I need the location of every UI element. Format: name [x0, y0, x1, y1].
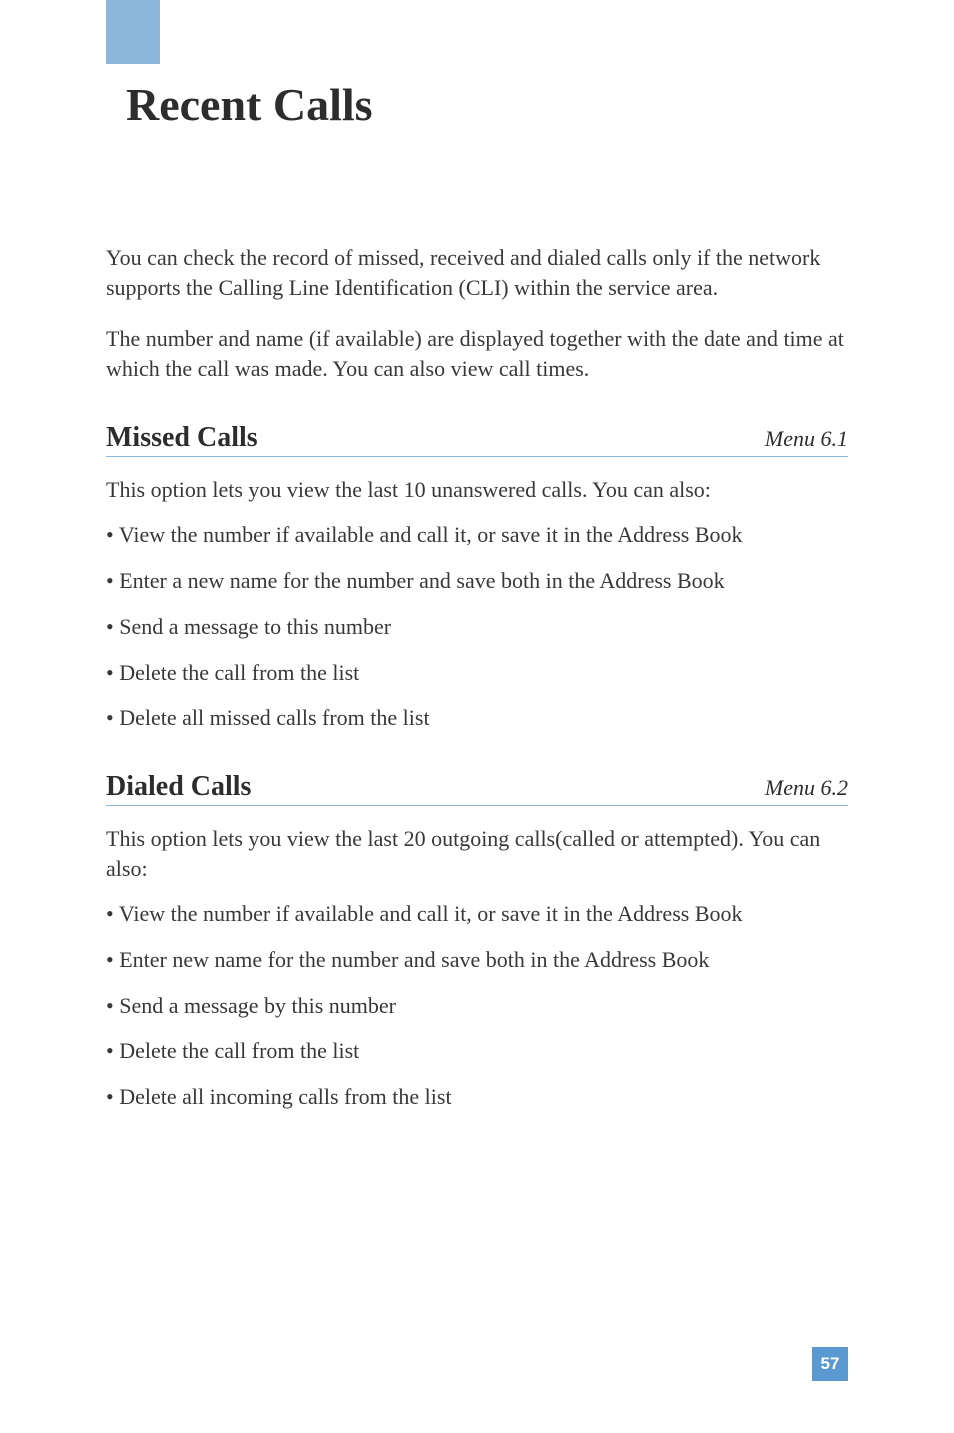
list-item: Enter a new name for the number and save… — [106, 566, 848, 596]
section-intro: This option lets you view the last 20 ou… — [106, 824, 848, 883]
page-title: Recent Calls — [126, 78, 848, 131]
section-title: Missed Calls — [106, 422, 258, 454]
section-intro: This option lets you view the last 10 un… — [106, 475, 848, 505]
dialed-calls-bullets: View the number if available and call it… — [106, 899, 848, 1111]
page-number-badge: 57 — [812, 1347, 848, 1381]
section-header-dialed-calls: Dialed Calls Menu 6.2 — [106, 771, 848, 806]
list-item: Delete all missed calls from the list — [106, 703, 848, 733]
menu-reference: Menu 6.2 — [765, 775, 848, 801]
list-item: Delete all incoming calls from the list — [106, 1082, 848, 1112]
list-item: View the number if available and call it… — [106, 899, 848, 929]
list-item: Delete the call from the list — [106, 658, 848, 688]
section-header-missed-calls: Missed Calls Menu 6.1 — [106, 422, 848, 457]
missed-calls-bullets: View the number if available and call it… — [106, 520, 848, 732]
list-item: Delete the call from the list — [106, 1036, 848, 1066]
list-item: Send a message to this number — [106, 612, 848, 642]
list-item: Send a message by this number — [106, 991, 848, 1021]
intro-paragraph-2: The number and name (if available) are d… — [106, 324, 848, 383]
top-accent-block — [106, 0, 160, 64]
menu-reference: Menu 6.1 — [765, 426, 848, 452]
list-item: Enter new name for the number and save b… — [106, 945, 848, 975]
intro-paragraph-1: You can check the record of missed, rece… — [106, 243, 848, 302]
page-content: Recent Calls You can check the record of… — [0, 0, 954, 1112]
list-item: View the number if available and call it… — [106, 520, 848, 550]
section-title: Dialed Calls — [106, 771, 251, 803]
page-number: 57 — [821, 1354, 840, 1374]
